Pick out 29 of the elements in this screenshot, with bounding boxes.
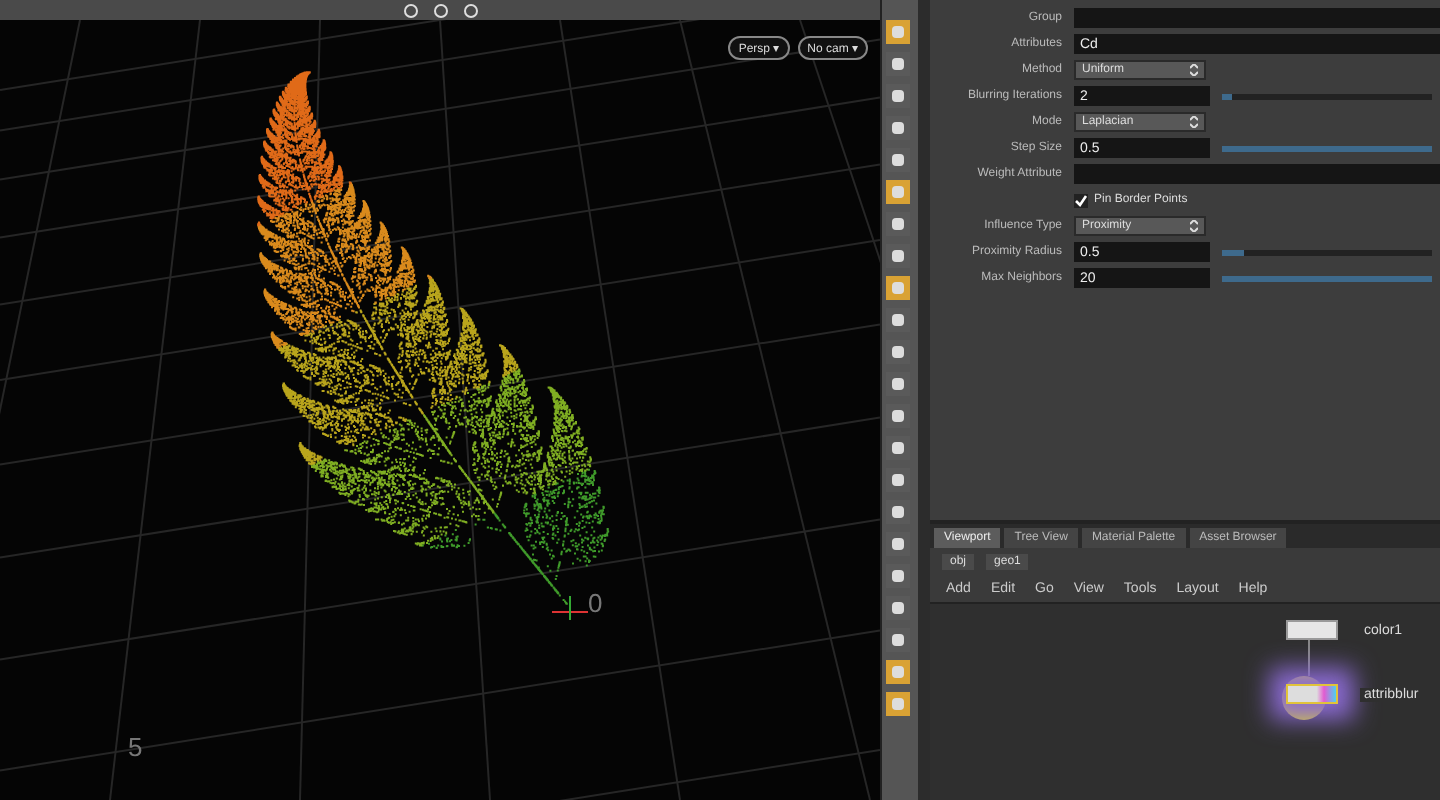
toolbar-button[interactable] <box>886 436 910 460</box>
origin-axes-icon <box>551 595 589 621</box>
toolbar-button[interactable] <box>886 340 910 364</box>
toolbar-button[interactable] <box>886 468 910 492</box>
graph-node[interactable] <box>1286 620 1338 640</box>
toolbar-button[interactable] <box>886 596 910 620</box>
toolbar-button[interactable] <box>886 564 910 588</box>
axis-label: 5 <box>128 732 143 762</box>
toolbar-button[interactable] <box>886 628 910 652</box>
axis-label: 0 <box>588 588 603 618</box>
slider[interactable] <box>1222 145 1432 151</box>
text-field[interactable] <box>1074 8 1440 28</box>
toolbar-button[interactable] <box>886 244 910 268</box>
updown-arrows-icon <box>1190 220 1198 232</box>
toolbar-button[interactable] <box>886 532 910 556</box>
toolbar-button[interactable] <box>886 116 910 140</box>
toolbar-button[interactable] <box>886 148 910 172</box>
updown-arrows-icon <box>1190 64 1198 76</box>
toolbar-button[interactable] <box>886 212 910 236</box>
toolbar-button[interactable] <box>886 372 910 396</box>
toolbar-button[interactable] <box>886 52 910 76</box>
updown-arrows-icon <box>1190 116 1198 128</box>
toolbar-button[interactable] <box>886 404 910 428</box>
text-field[interactable] <box>1074 164 1440 184</box>
toolbar-button[interactable] <box>886 308 910 332</box>
checkbox[interactable] <box>1074 193 1088 207</box>
slider[interactable] <box>1222 275 1432 281</box>
toolbar-button[interactable] <box>886 500 910 524</box>
toolbar-button[interactable] <box>886 84 910 108</box>
